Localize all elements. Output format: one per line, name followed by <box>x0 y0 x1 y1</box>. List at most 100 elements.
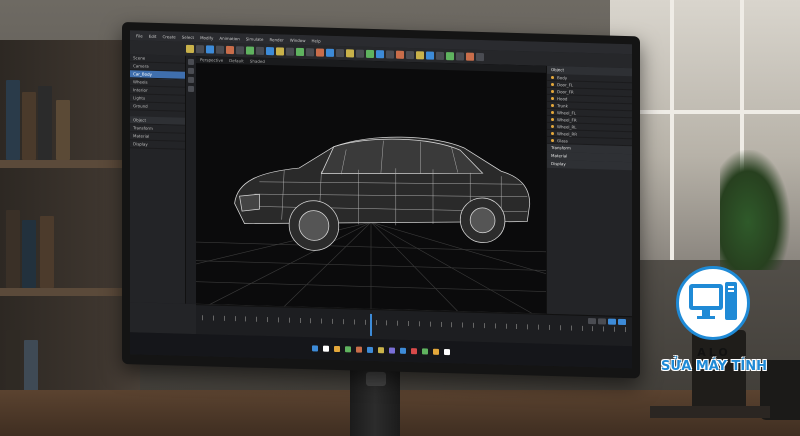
timeline-tick <box>386 320 388 326</box>
menu-render[interactable]: Render <box>269 37 283 42</box>
outliner-panel: Object Body Door_FL Door_FR Hood Trunk W… <box>546 65 632 317</box>
rotate-tool-icon[interactable] <box>188 67 194 75</box>
timeline-tick <box>581 325 583 331</box>
toolbar-tool-icon[interactable] <box>296 47 304 57</box>
menu-animation[interactable]: Animation <box>219 35 239 41</box>
timeline-tick <box>223 315 225 321</box>
timeline-tick <box>451 322 453 328</box>
auto-key-icon[interactable] <box>618 318 626 326</box>
timeline-playhead[interactable] <box>370 313 373 336</box>
toolbar-tool-icon[interactable] <box>196 45 204 54</box>
object-icon <box>551 117 554 122</box>
toolbar-tool-icon[interactable] <box>396 50 404 59</box>
toolbar-tool-icon[interactable] <box>446 52 454 61</box>
toolbar-tool-icon[interactable] <box>436 51 444 60</box>
screen: File Edit Create Select Modify Animation… <box>130 30 632 369</box>
timeline-tick <box>342 319 344 325</box>
timeline-tick <box>202 315 203 321</box>
toolbar-tool-icon[interactable] <box>466 52 474 61</box>
toolbar-tool-icon[interactable] <box>476 52 484 62</box>
taskbar-app-icon[interactable] <box>323 345 329 352</box>
toolbar-tool-icon[interactable] <box>256 46 264 55</box>
taskbar-app-icon[interactable] <box>411 348 417 355</box>
monitor: File Edit Create Select Modify Animation… <box>122 22 640 379</box>
viewport-shading-label[interactable]: Shaded <box>250 59 265 64</box>
scale-tool-icon[interactable] <box>188 76 194 84</box>
menu-window[interactable]: Window <box>290 37 306 42</box>
move-tool-icon[interactable] <box>188 58 194 66</box>
object-icon <box>551 82 554 87</box>
timeline-tick <box>592 326 594 332</box>
timeline-tick <box>462 322 464 328</box>
timeline-tick <box>256 316 258 322</box>
taskbar-app-icon[interactable] <box>433 348 439 355</box>
timeline-tick <box>364 319 366 325</box>
timeline-tick <box>429 321 431 327</box>
toolbar-tool-icon[interactable] <box>246 46 254 55</box>
taskbar-app-icon[interactable] <box>367 346 373 354</box>
select-tool-icon[interactable] <box>188 85 194 93</box>
viewport-camera-label[interactable]: Perspective <box>200 57 223 63</box>
taskbar-app-icon[interactable] <box>312 345 318 352</box>
toolbar-tool-icon[interactable] <box>276 47 284 56</box>
toolbar-tool-icon[interactable] <box>306 48 314 57</box>
taskbar-app-icon[interactable] <box>389 347 395 354</box>
play-icon[interactable] <box>598 318 606 325</box>
play-back-icon[interactable] <box>588 318 596 325</box>
menu-file[interactable]: File <box>136 33 143 38</box>
toolbar-tool-icon[interactable] <box>386 50 394 59</box>
menu-simulate[interactable]: Simulate <box>246 36 264 41</box>
timeline-tick <box>310 318 312 324</box>
object-icon <box>551 138 554 143</box>
timeline-tick <box>603 326 605 332</box>
timeline-tick <box>440 321 442 327</box>
car-wireframe <box>234 136 531 251</box>
toolbar-tool-icon[interactable] <box>406 50 414 60</box>
toolbar-tool-icon[interactable] <box>426 51 434 60</box>
menu-create[interactable]: Create <box>162 34 175 39</box>
toolbar-tool-icon[interactable] <box>376 50 384 59</box>
timeline-tick <box>624 327 626 333</box>
toolbar-tool-icon[interactable] <box>366 49 374 59</box>
toolbar-tool-icon[interactable] <box>236 46 244 55</box>
taskbar-app-icon[interactable] <box>378 347 384 354</box>
display-header[interactable]: Display <box>547 159 632 171</box>
properties-section[interactable]: Display <box>130 140 185 150</box>
timeline-tick <box>527 324 529 330</box>
badge-text-top: ALO <box>697 346 731 359</box>
toolbar-tool-icon[interactable] <box>326 48 334 57</box>
toolbar-tool-icon[interactable] <box>286 47 294 56</box>
menu-select[interactable]: Select <box>182 34 194 39</box>
toolbar-tool-icon[interactable] <box>356 49 364 58</box>
key-mode-icon[interactable] <box>608 318 616 325</box>
object-icon <box>551 103 554 108</box>
toolbar-tool-icon[interactable] <box>346 49 354 58</box>
taskbar-app-icon[interactable] <box>356 346 362 353</box>
toolbar-tool-icon[interactable] <box>226 45 234 55</box>
toolbar-tool-icon[interactable] <box>416 51 424 60</box>
toolbar-tool-icon[interactable] <box>456 52 464 61</box>
toolbar-tool-icon[interactable] <box>266 47 274 56</box>
toolbar-tool-icon[interactable] <box>186 44 194 54</box>
menu-edit[interactable]: Edit <box>149 33 157 38</box>
timeline-tick <box>353 319 355 325</box>
taskbar-app-icon[interactable] <box>345 346 351 353</box>
menu-help[interactable]: Help <box>311 38 320 43</box>
timeline-tick <box>212 315 214 321</box>
desk-books <box>650 406 770 418</box>
timeline-tick <box>473 322 475 328</box>
timeline-tick <box>245 316 247 322</box>
toolbar-tool-icon[interactable] <box>336 48 344 58</box>
taskbar-app-icon[interactable] <box>334 345 340 353</box>
toolbar-tool-icon[interactable] <box>316 48 324 57</box>
timeline-tick <box>288 317 290 323</box>
taskbar-app-icon[interactable] <box>422 348 428 355</box>
toolbar-tool-icon[interactable] <box>216 45 224 54</box>
menu-modify[interactable]: Modify <box>200 35 213 40</box>
taskbar-app-icon[interactable] <box>444 348 450 356</box>
taskbar-app-icon[interactable] <box>400 347 406 354</box>
timeline-tick <box>559 325 561 331</box>
toolbar-tool-icon[interactable] <box>206 45 214 54</box>
3d-viewport[interactable]: Perspective Default Shaded <box>196 56 546 314</box>
viewport-mode-label[interactable]: Default <box>229 58 244 63</box>
